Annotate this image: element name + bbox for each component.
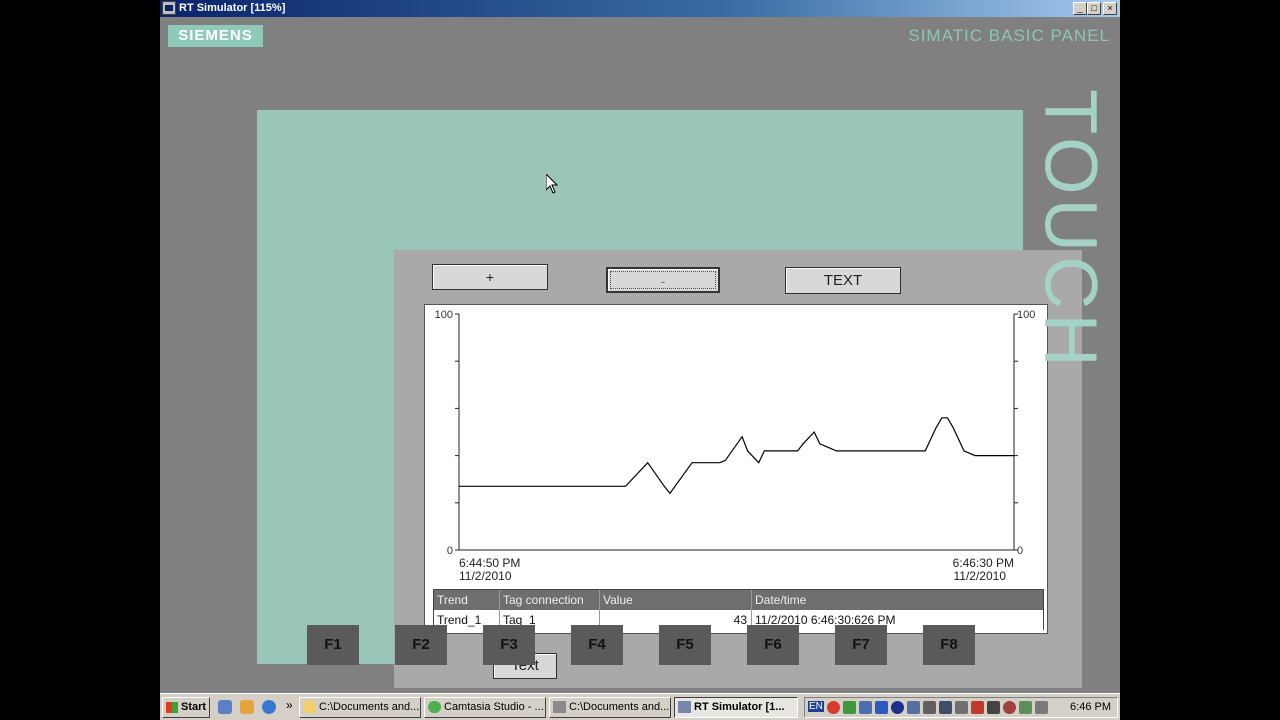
record-icon[interactable] <box>1003 701 1016 714</box>
function-key-f7[interactable]: F7 <box>835 625 887 665</box>
printer-icon[interactable] <box>987 701 1000 714</box>
simulator-screen: RT Simulator [115%] _ □ × SIEMENS SIMATI… <box>160 0 1120 720</box>
function-key-f2[interactable]: F2 <box>395 625 447 665</box>
simulator-icon <box>678 701 691 713</box>
siemens-logo: SIEMENS <box>168 25 263 47</box>
x-start-date-label: 11/2/2010 <box>459 569 512 583</box>
globe-icon[interactable] <box>891 701 904 714</box>
clock: 6:46 PM <box>1070 701 1111 713</box>
trend-value-table: Trend Tag connection Value Date/time Tre… <box>433 589 1044 630</box>
start-button[interactable]: Start <box>162 697 210 718</box>
folder-icon <box>303 701 316 713</box>
trend-view: 100 0 100 0 6:44:50 PM 11/2/2010 6:46:30 PM 11/… <box>424 304 1048 634</box>
header-value: Value <box>600 590 752 610</box>
increase-button[interactable]: + <box>432 264 548 290</box>
text-button-top[interactable]: TEXT <box>785 267 901 294</box>
left-tick-label-max: 100 <box>435 309 453 321</box>
x-start-time-label: 6:44:50 PM <box>459 556 520 570</box>
start-label: Start <box>181 701 207 713</box>
show-desktop-icon[interactable] <box>218 700 232 714</box>
table-header-row: Trend Tag connection Value Date/time <box>434 590 1043 610</box>
decrease-button[interactable]: - <box>606 267 720 293</box>
touch-text: TOUCH <box>1029 89 1113 371</box>
trend-series-line-1 <box>459 417 1014 495</box>
camtasia-icon <box>428 701 441 713</box>
language-indicator[interactable]: EN <box>808 701 824 712</box>
function-key-f8[interactable]: F8 <box>923 625 975 665</box>
header-date-time: Date/time <box>755 593 807 607</box>
usb-icon[interactable] <box>955 701 968 714</box>
function-key-f6[interactable]: F6 <box>747 625 799 665</box>
sync-icon[interactable] <box>875 701 888 714</box>
x-end-date-label: 11/2/2010 <box>954 569 1007 583</box>
trend-chart: 100010006:44:50 PM11/2/20106:46:30 PM11/… <box>435 309 1036 583</box>
task-rt-simulator[interactable]: RT Simulator [1... <box>674 697 798 718</box>
volume-icon[interactable] <box>1035 701 1048 714</box>
function-key-f4[interactable]: F4 <box>571 625 623 665</box>
task-label: C:\Documents and... <box>319 701 420 713</box>
media-player-icon[interactable] <box>240 700 254 714</box>
tool-icon[interactable] <box>923 701 936 714</box>
monitor-icon[interactable] <box>939 701 952 714</box>
function-key-f5[interactable]: F5 <box>659 625 711 665</box>
internet-explorer-icon[interactable] <box>262 700 276 714</box>
windows-flag-icon <box>166 702 178 713</box>
left-tick-label-min: 0 <box>447 545 453 557</box>
alert-icon[interactable] <box>971 701 984 714</box>
network-icon[interactable] <box>859 701 872 714</box>
window-title: RT Simulator [115%] <box>179 2 286 14</box>
right-tick-label-min: 0 <box>1017 545 1023 557</box>
task-label: RT Simulator [1... <box>694 701 785 713</box>
quick-launch-chevron[interactable]: » <box>286 698 293 712</box>
touch-label: TOUCH <box>1026 89 1116 371</box>
close-button[interactable]: × <box>1103 2 1117 15</box>
header-trend: Trend <box>434 590 500 610</box>
task-camtasia[interactable]: Camtasia Studio - ... <box>424 697 546 718</box>
taskbar: Start » C:\Documents and... Camtasia Stu… <box>160 693 1120 720</box>
hmi-display: + - TEXT 100 0 100 0 6:44:50 PM 11/2/2010 6:46… <box>394 250 1082 688</box>
connection-icon[interactable] <box>1019 701 1032 714</box>
task-documents-1[interactable]: C:\Documents and... <box>299 697 421 718</box>
header-tag-connection: Tag connection <box>500 590 600 610</box>
app-icon <box>162 1 176 15</box>
maximize-button[interactable]: □ <box>1087 2 1101 15</box>
function-key-f1[interactable]: F1 <box>307 625 359 665</box>
panel-model-label: SIMATIC BASIC PANEL <box>908 26 1110 45</box>
security-icon[interactable] <box>843 701 856 714</box>
app-window-icon <box>553 701 566 713</box>
minimize-button[interactable]: _ <box>1073 2 1087 15</box>
task-documents-2[interactable]: C:\Documents and... <box>549 697 671 718</box>
x-end-time-label: 6:46:30 PM <box>953 556 1014 570</box>
window-title-bar[interactable]: RT Simulator [115%] _ □ × <box>160 0 1120 17</box>
device-icon[interactable] <box>907 701 920 714</box>
task-label: Camtasia Studio - ... <box>444 701 544 713</box>
panel-bezel: + - TEXT 100 0 100 0 6:44:50 PM 11/2/2010 6:46… <box>257 110 1082 688</box>
task-label: C:\Documents and... <box>569 701 670 713</box>
function-key-f3[interactable]: F3 <box>483 625 535 665</box>
mouse-cursor-icon <box>546 174 558 194</box>
antivirus-icon[interactable] <box>827 701 840 714</box>
system-tray: EN 6:46 PM <box>804 697 1118 718</box>
